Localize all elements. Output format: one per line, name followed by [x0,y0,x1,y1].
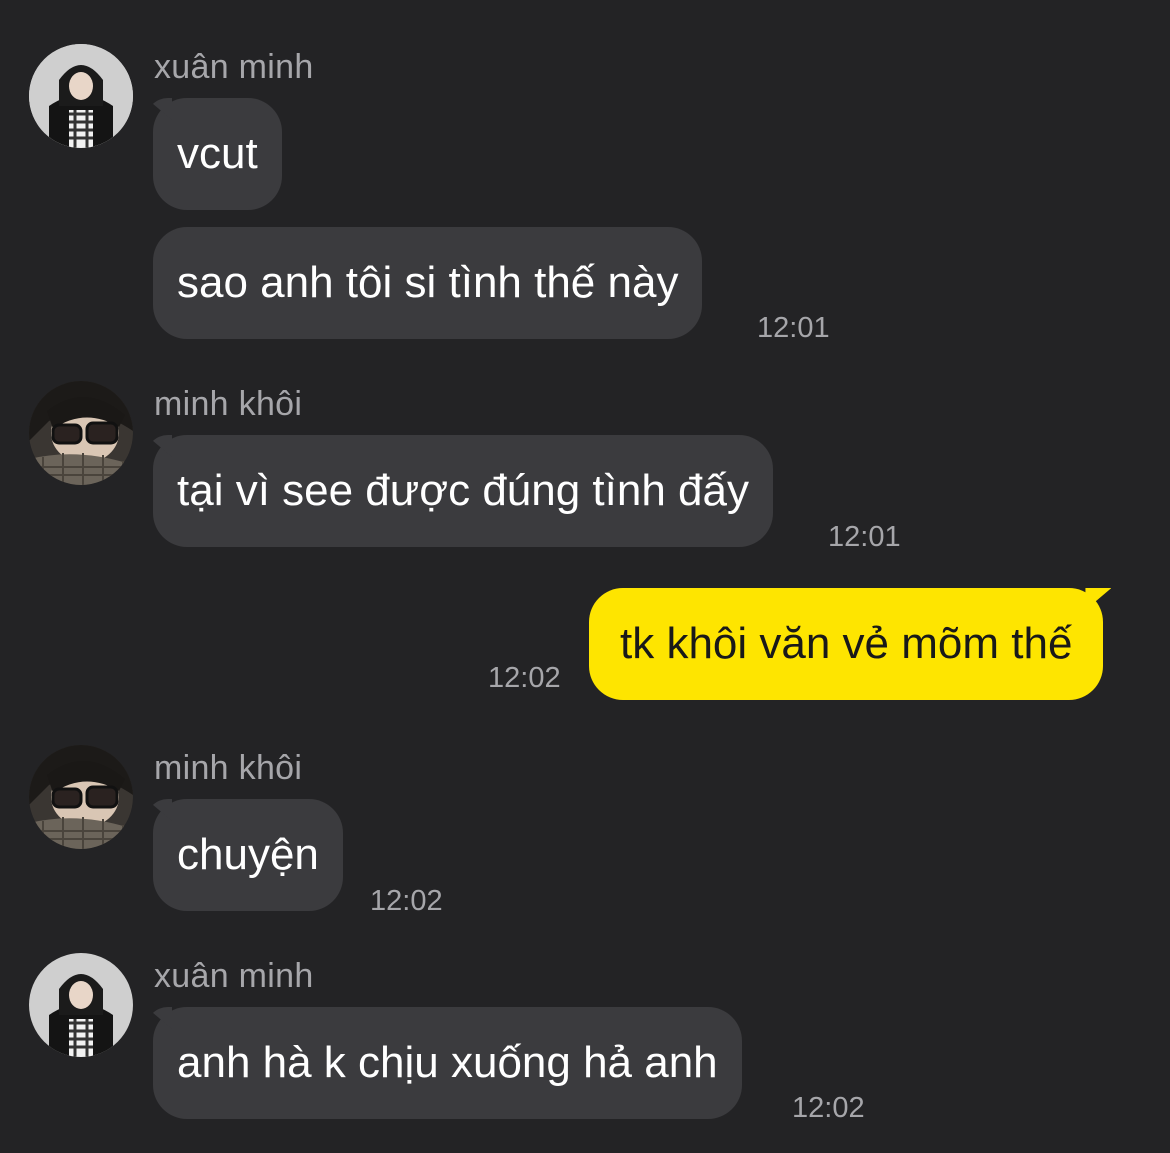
message-timestamp: 12:02 [370,885,443,917]
avatar-minh-khoi[interactable] [29,745,133,849]
sender-name: xuân minh [154,48,314,86]
message-bubble[interactable]: tại vì see được đúng tình đấy [153,435,773,547]
sender-name: minh khôi [154,749,303,787]
avatar-xuan-minh[interactable] [29,44,133,148]
message-bubble[interactable]: sao anh tôi si tình thế này [153,227,703,339]
sender-name: minh khôi [154,385,303,423]
message-bubble[interactable]: chuyện [153,799,343,911]
message-timestamp: 12:01 [828,521,901,553]
message-bubble[interactable]: anh hà k chịu xuống hả anh [153,1007,742,1119]
avatar-minh-khoi[interactable] [29,381,133,485]
message-timestamp: 12:02 [488,662,561,694]
sender-name: xuân minh [154,957,314,995]
avatar-xuan-minh[interactable] [29,953,133,1057]
message-timestamp: 12:02 [792,1092,865,1124]
message-bubble[interactable]: vcut [153,98,282,210]
outgoing-message-bubble[interactable]: tk khôi văn vẻ mõm thế [589,588,1104,700]
message-timestamp: 12:01 [757,312,830,344]
